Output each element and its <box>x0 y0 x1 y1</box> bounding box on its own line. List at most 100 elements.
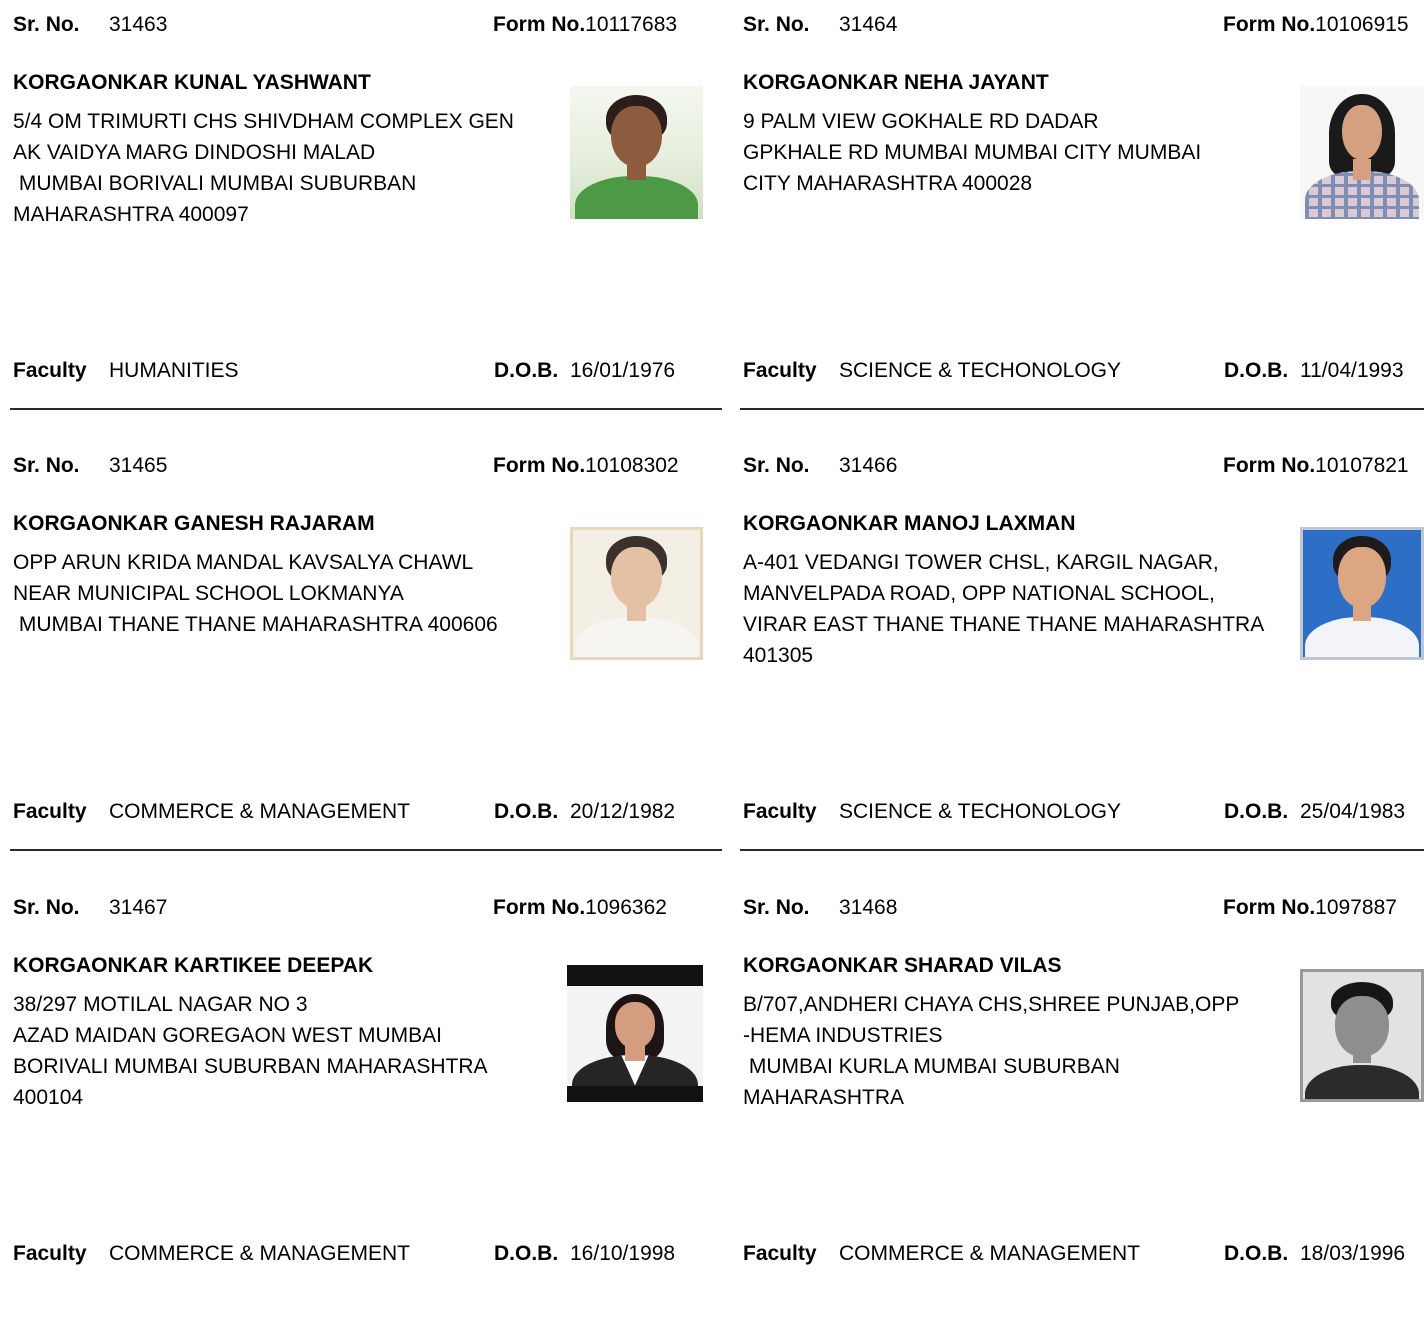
photo-neck <box>627 159 646 181</box>
photo-shirt <box>1304 617 1420 660</box>
photo-blazer <box>572 1055 698 1102</box>
candidate-photo <box>1300 86 1424 219</box>
form-no-label: Form No. <box>493 896 586 919</box>
photo-neck <box>1353 600 1371 622</box>
dob-value: 16/01/1976 <box>570 359 676 382</box>
address-line: 400104 <box>13 1086 84 1109</box>
address-line: B/707,ANDHERI CHAYA CHS,SHREE PUNJAB,OPP <box>743 993 1240 1016</box>
photo-hair <box>1331 982 1393 1023</box>
photo-face <box>1342 104 1382 161</box>
dob-label: D.O.B. <box>1224 359 1289 382</box>
candidate-photo <box>567 965 703 1102</box>
card-divider <box>740 849 1424 851</box>
form-no-label: Form No. <box>493 454 586 477</box>
faculty-label: Faculty <box>743 359 817 382</box>
form-no-value: 10106915 <box>1315 13 1409 36</box>
photo-face <box>614 1001 656 1049</box>
candidate-card: Sr. No. 31468 Form No.1097887 KORGAONKAR… <box>730 883 1424 1324</box>
photo-bottom-strip <box>567 1085 703 1102</box>
sr-no-value: 31464 <box>839 13 898 36</box>
dob-value: 18/03/1996 <box>1300 1242 1406 1265</box>
faculty-value: COMMERCE & MANAGEMENT <box>109 1242 411 1265</box>
photo-neck <box>1353 1042 1371 1064</box>
photo-neck <box>627 600 646 622</box>
form-no-label: Form No. <box>493 13 586 36</box>
photo-hair <box>605 536 668 585</box>
photo-face <box>1334 995 1390 1057</box>
form-no-value: 10107821 <box>1315 454 1409 477</box>
candidate-name: KORGAONKAR MANOJ LAXMAN <box>743 512 1076 535</box>
candidate-name: KORGAONKAR KUNAL YASHWANT <box>13 71 371 94</box>
candidate-card: Sr. No. 31464 Form No.10106915 KORGAONKA… <box>730 0 1424 441</box>
address-line: 401305 <box>743 644 814 667</box>
form-no-label: Form No. <box>1223 13 1316 36</box>
address-line: VIRAR EAST THANE THANE THANE MAHARASHTRA <box>743 613 1265 636</box>
photo-shirt <box>575 617 698 660</box>
photo-shirt <box>1304 171 1420 219</box>
photo-neck <box>1353 159 1371 181</box>
photo-shirt <box>575 176 698 219</box>
address-line: CITY MAHARASHTRA 400028 <box>743 172 1033 195</box>
dob-label: D.O.B. <box>494 359 559 382</box>
photo-face <box>1338 546 1386 609</box>
form-no-value: 10117683 <box>585 13 678 36</box>
address-line: MAHARASHTRA 400097 <box>13 203 249 226</box>
form-no: Form No.1097887 <box>1223 895 1397 921</box>
faculty-label: Faculty <box>743 800 817 823</box>
sr-no-label: Sr. No. <box>743 896 810 919</box>
address: 5/4 OM TRIMURTI CHS SHIVDHAM COMPLEX GEN… <box>13 106 514 230</box>
candidate-photo <box>1300 527 1424 660</box>
sr-no-value: 31466 <box>839 454 898 477</box>
address: OPP ARUN KRIDA MANDAL KAVSALYA CHAWL NEA… <box>13 547 498 640</box>
address-line: -HEMA INDUSTRIES <box>743 1024 943 1047</box>
card-divider <box>740 408 1424 410</box>
photo-face <box>611 105 662 168</box>
candidate-card: Sr. No. 31467 Form No.1096362 KORGAONKAR… <box>0 883 722 1324</box>
faculty-label: Faculty <box>13 1242 87 1265</box>
address: 38/297 MOTILAL NAGAR NO 3 AZAD MAIDAN GO… <box>13 989 488 1113</box>
candidate-card: Sr. No. 31463 Form No.10117683 KORGAONKA… <box>0 0 722 441</box>
sr-no-label: Sr. No. <box>13 13 80 36</box>
faculty-value: COMMERCE & MANAGEMENT <box>839 1242 1141 1265</box>
photo-hair <box>605 95 668 144</box>
sr-no-value: 31468 <box>839 896 898 919</box>
faculty-value: SCIENCE & TECHONOLOGY <box>839 359 1122 382</box>
address-line: 38/297 MOTILAL NAGAR NO 3 <box>13 993 308 1016</box>
candidate-card: Sr. No. 31466 Form No.10107821 KORGAONKA… <box>730 441 1424 882</box>
dob-value: 16/10/1998 <box>570 1242 676 1265</box>
address-line: 9 PALM VIEW GOKHALE RD DADAR <box>743 110 1099 133</box>
form-no-value: 1096362 <box>585 896 667 919</box>
address: B/707,ANDHERI CHAYA CHS,SHREE PUNJAB,OPP… <box>743 989 1239 1113</box>
card-divider <box>10 408 722 410</box>
address-line: AK VAIDYA MARG DINDOSHI MALAD <box>13 141 376 164</box>
form-no: Form No.10106915 <box>1223 12 1409 38</box>
photo-hair <box>606 993 664 1060</box>
faculty-value: SCIENCE & TECHONOLOGY <box>839 800 1122 823</box>
address-line: NEAR MUNICIPAL SCHOOL LOKMANYA <box>13 582 404 605</box>
photo-face <box>611 546 662 609</box>
faculty-value: COMMERCE & MANAGEMENT <box>109 800 411 823</box>
dob-label: D.O.B. <box>494 1242 559 1265</box>
form-no-value: 1097887 <box>1315 896 1397 919</box>
address-line: GPKHALE RD MUMBAI MUMBAI CITY MUMBAI <box>743 141 1202 164</box>
form-no: Form No.1096362 <box>493 895 667 921</box>
address-line: MUMBAI THANE THANE MAHARASHTRA 400606 <box>13 613 498 636</box>
address-line: BORIVALI MUMBAI SUBURBAN MAHARASHTRA <box>13 1055 488 1078</box>
address-line: 5/4 OM TRIMURTI CHS SHIVDHAM COMPLEX GEN <box>13 110 514 133</box>
candidate-name: KORGAONKAR NEHA JAYANT <box>743 71 1049 94</box>
address-line: MUMBAI BORIVALI MUMBAI SUBURBAN <box>13 172 417 195</box>
photo-hair <box>1333 536 1391 585</box>
dob-value: 20/12/1982 <box>570 800 676 823</box>
photo-collar <box>621 1055 649 1086</box>
form-no: Form No.10107821 <box>1223 453 1409 479</box>
faculty-label: Faculty <box>13 800 87 823</box>
sr-no-value: 31465 <box>109 454 168 477</box>
address: A-401 VEDANGI TOWER CHSL, KARGIL NAGAR, … <box>743 547 1264 671</box>
address-line: MANVELPADA ROAD, OPP NATIONAL SCHOOL, <box>743 582 1215 605</box>
sr-no-label: Sr. No. <box>743 13 810 36</box>
photo-hair <box>1328 93 1396 177</box>
candidate-photo <box>570 527 703 660</box>
form-no-label: Form No. <box>1223 896 1316 919</box>
candidate-name: KORGAONKAR GANESH RAJARAM <box>13 512 375 535</box>
dob-label: D.O.B. <box>494 800 559 823</box>
